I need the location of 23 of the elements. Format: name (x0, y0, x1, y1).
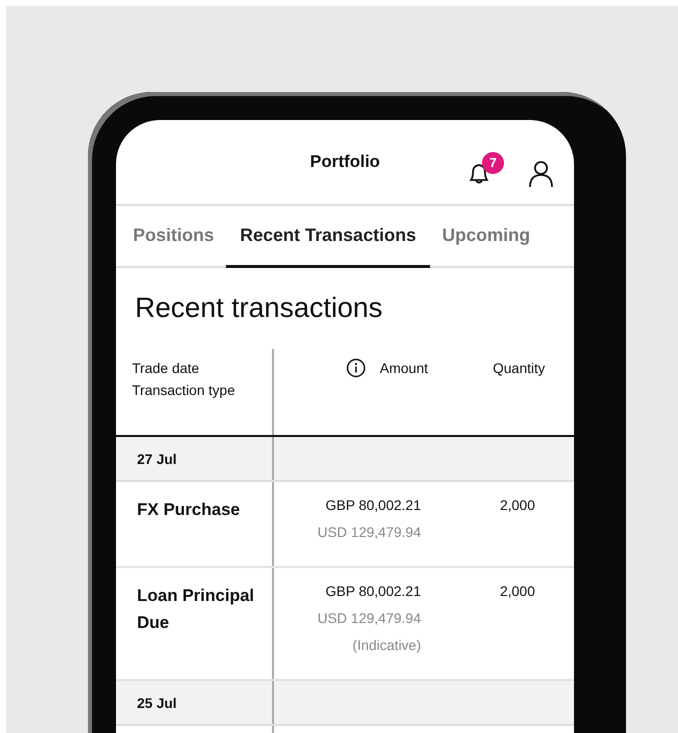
quantity-value: 2,000 (500, 497, 535, 513)
transaction-type: Loan Principal Due (137, 585, 256, 634)
tab[interactable]: Recent Transactions (226, 206, 430, 268)
column-header: Trade date Transaction type (132, 359, 235, 400)
converted-amount: USD 129,479.94 (317, 609, 421, 628)
page-heading: Recent transactions (135, 292, 382, 324)
converted-amount: USD 129,479.94 (317, 523, 421, 542)
tab[interactable]: Upcoming (430, 206, 542, 268)
column-header: Quantity (492, 359, 545, 378)
column-header: Amount (380, 359, 428, 378)
indicative-note: (Indicative) (352, 636, 421, 655)
info-icon[interactable] (346, 358, 366, 378)
trade-date: 25 Jul (137, 694, 177, 710)
tab[interactable]: Positions (116, 206, 226, 268)
transaction-type: FX Purchase (137, 499, 241, 521)
profile-icon[interactable] (528, 160, 554, 188)
amount-value: GBP 80,002.21 (326, 582, 421, 601)
notifications-button[interactable]: 7 (466, 152, 506, 186)
quantity-value: 2,000 (500, 583, 535, 599)
amount-value: GBP 80,002.21 (326, 496, 421, 515)
trade-date: 27 Jul (137, 450, 177, 466)
screen-title: Portfolio (310, 152, 380, 172)
notification-badge: 7 (482, 152, 504, 174)
